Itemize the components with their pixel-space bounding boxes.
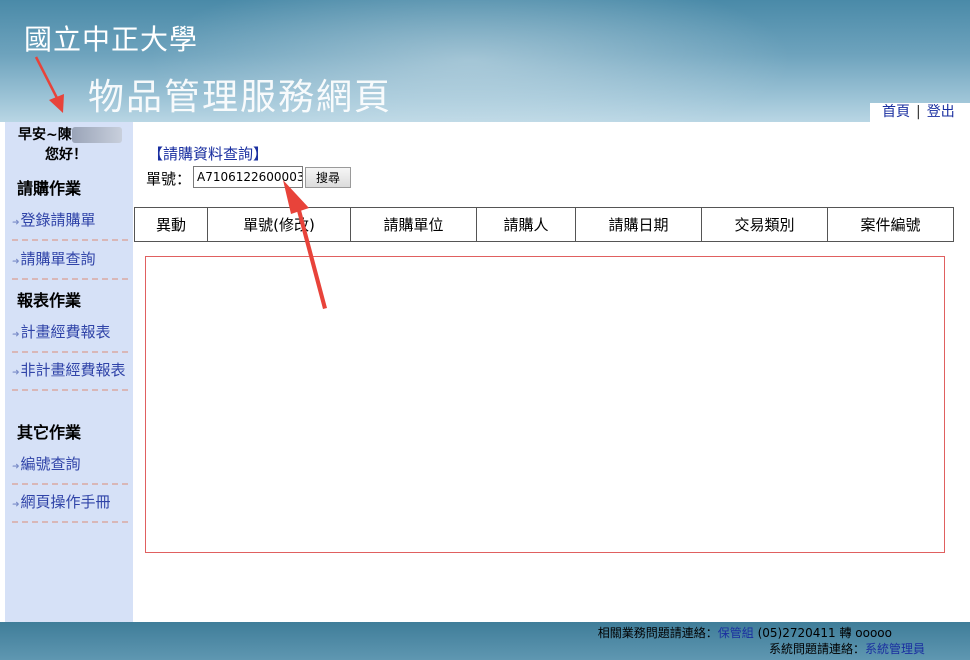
column-header-date: 請購日期 — [575, 207, 702, 242]
footer-system-label: 系統問題請連絡： — [768, 642, 865, 656]
column-header-case-number: 案件編號 — [827, 207, 954, 242]
top-nav: 首頁 | 登出 — [870, 103, 970, 122]
table-header-row: 異動 單號(修改) 請購單位 請購人 請購日期 交易類別 案件編號 — [134, 207, 954, 242]
nav-separator: | — [916, 104, 921, 120]
nav-logout-link[interactable]: 登出 — [927, 104, 955, 120]
footer-admin-link[interactable]: 系統管理員 — [865, 642, 925, 656]
order-number-input[interactable] — [193, 166, 303, 188]
sidebar-item-label: 網頁操作手冊 — [20, 493, 111, 511]
site-header: 國立中正大學 物品管理服務網頁 首頁 | 登出 — [0, 0, 970, 122]
sidebar-item-label: 請購單查詢 — [20, 250, 96, 268]
arrow-right-icon: ➜ — [12, 257, 20, 267]
footer-custody-link[interactable]: 保管組 — [718, 626, 754, 640]
sidebar-item-purchase-query[interactable]: ➜請購單查詢 — [12, 249, 128, 280]
query-section-title: 【請購資料查詢】 — [148, 145, 269, 163]
order-number-label: 單號： — [146, 170, 192, 188]
sidebar-item-user-manual[interactable]: ➜網頁操作手冊 — [12, 492, 128, 523]
sidebar-item-number-query[interactable]: ➜編號查詢 — [12, 454, 128, 485]
search-button[interactable]: 搜尋 — [305, 167, 351, 188]
sidebar-item-label: 編號查詢 — [20, 455, 81, 473]
university-name: 國立中正大學 — [24, 23, 199, 56]
sidebar: 早安~陳 您好！ 請購作業 ➜登錄請購單 ➜請購單查詢 報表作業 ➜計畫經費報表… — [5, 122, 133, 622]
redacted-name — [71, 127, 122, 143]
column-header-requester: 請購人 — [476, 207, 576, 242]
column-header-change: 異動 — [134, 207, 208, 242]
footer-system-contact: 系統問題請連絡：系統管理員 — [769, 640, 925, 657]
footer-business-contact: 相關業務問題請連絡：保管組 (05)2720411 轉 ooooo — [598, 624, 892, 641]
sidebar-item-label: 計畫經費報表 — [20, 323, 111, 341]
column-header-department: 請購單位 — [350, 207, 477, 242]
site-footer: 相關業務問題請連絡：保管組 (05)2720411 轉 ooooo 系統問題請連… — [0, 622, 970, 660]
arrow-right-icon: ➜ — [12, 218, 20, 228]
site-title: 物品管理服務網頁 — [88, 77, 393, 118]
footer-phone: (05)2720411 轉 ooooo — [753, 626, 892, 640]
results-area — [145, 256, 945, 553]
nav-home-link[interactable]: 首頁 — [882, 104, 910, 120]
sidebar-item-label: 非計畫經費報表 — [20, 361, 126, 379]
results-table-header: 異動 單號(修改) 請購單位 請購人 請購日期 交易類別 案件編號 — [134, 207, 954, 242]
greeting-line: 早安~陳 — [18, 124, 122, 144]
sidebar-item-register-purchase[interactable]: ➜登錄請購單 — [12, 210, 128, 241]
sidebar-item-label: 登錄請購單 — [20, 211, 96, 229]
footer-business-label: 相關業務問題請連絡： — [597, 626, 718, 640]
arrow-right-icon: ➜ — [12, 500, 20, 510]
section-title-reports: 報表作業 — [17, 291, 82, 310]
column-header-order-number: 單號(修改) — [207, 207, 351, 242]
section-title-other: 其它作業 — [17, 423, 82, 442]
sidebar-item-project-budget-report[interactable]: ➜計畫經費報表 — [12, 322, 128, 353]
column-header-transaction-type: 交易類別 — [701, 207, 828, 242]
arrow-right-icon: ➜ — [12, 368, 20, 378]
greeting-prefix: 早安~陳 — [18, 127, 72, 143]
arrow-right-icon: ➜ — [12, 330, 20, 340]
arrow-right-icon: ➜ — [12, 462, 20, 472]
sidebar-item-non-project-budget-report[interactable]: ➜非計畫經費報表 — [12, 360, 128, 391]
greeting-suffix: 您好！ — [45, 147, 87, 163]
section-title-purchase: 請購作業 — [17, 179, 82, 198]
